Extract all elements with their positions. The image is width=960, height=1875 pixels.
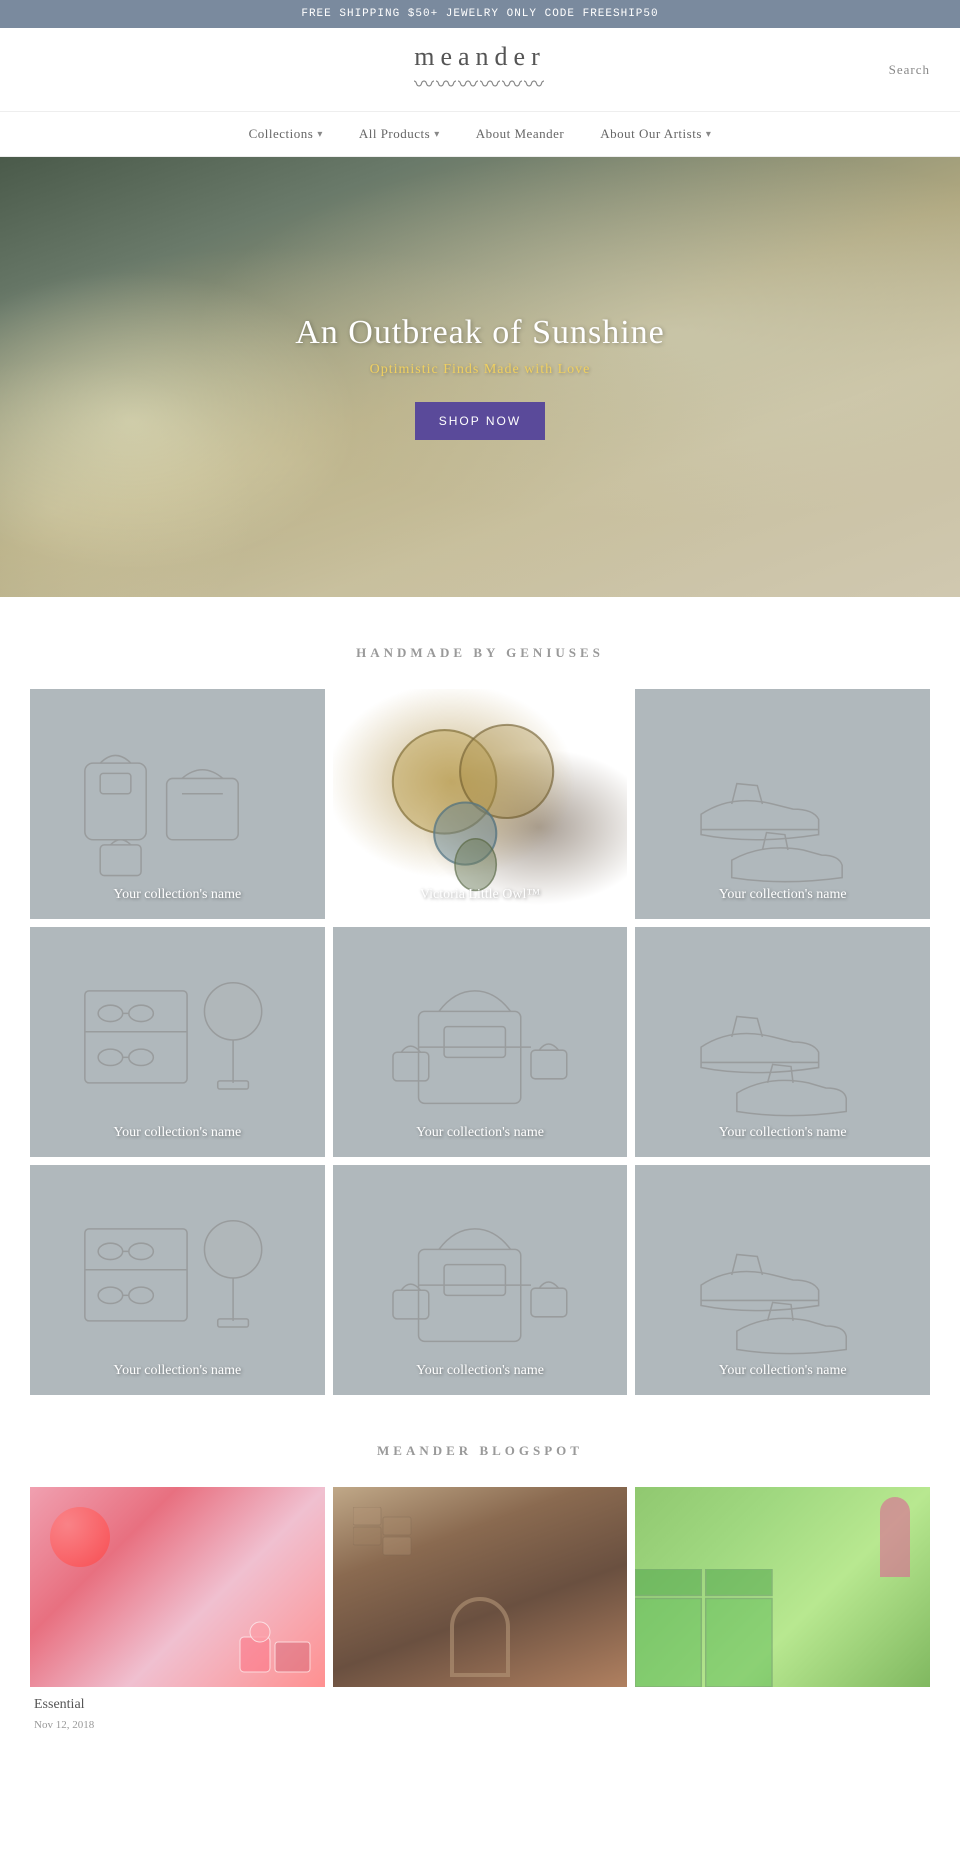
- hero-subtitle-pre: Optimistic Finds: [370, 362, 484, 377]
- chevron-down-icon: ▾: [317, 129, 323, 140]
- collection-item-6[interactable]: Your collection's name: [635, 927, 930, 1157]
- blog-label-2: [333, 1687, 628, 1701]
- nav-about-artists-label: About Our Artists: [600, 126, 702, 142]
- bags-sketch-icon: [59, 712, 295, 896]
- blog-image-pink: [30, 1487, 325, 1687]
- shop-now-button[interactable]: SHOP NOW: [415, 402, 545, 440]
- collections-grid-row3: Your collection's name Your collection's…: [0, 1165, 960, 1395]
- collection-item-5[interactable]: Your collection's name: [333, 927, 628, 1157]
- blog-image-kitchen: [635, 1487, 930, 1687]
- search-button[interactable]: Search: [889, 62, 930, 78]
- nav-collections-label: Collections: [249, 126, 314, 142]
- collection-label-2: Victoria Little Owl™: [333, 871, 628, 919]
- chevron-down-icon: ▾: [706, 129, 712, 140]
- chevron-down-icon: ▾: [434, 129, 440, 140]
- collection-label-8: Your collection's name: [333, 1347, 628, 1395]
- collections-grid-row1: Your collection's name Victoria Little O…: [0, 689, 960, 919]
- blog-image-stone: [333, 1487, 628, 1687]
- blog-item-3[interactable]: [635, 1487, 930, 1733]
- collection-item-9[interactable]: Your collection's name: [635, 1165, 930, 1395]
- nav-all-products-label: All Products: [359, 126, 430, 142]
- collection-item-2[interactable]: Victoria Little Owl™: [333, 689, 628, 919]
- collection-label-6: Your collection's name: [635, 1109, 930, 1157]
- hero-content: An Outbreak of Sunshine Optimistic Finds…: [295, 314, 665, 440]
- blog-label-3: [635, 1687, 930, 1701]
- top-banner: FREE SHIPPING $50+ JEWELRY ONLY CODE FRE…: [0, 0, 960, 28]
- collection-label-7: Your collection's name: [30, 1347, 325, 1395]
- hero-banner: An Outbreak of Sunshine Optimistic Finds…: [0, 157, 960, 597]
- logo-branch: 〰〰〰〰〰〰: [414, 68, 546, 97]
- blog-label-1: Essential: [30, 1687, 325, 1717]
- collection-label-5: Your collection's name: [333, 1109, 628, 1157]
- collection-item-3[interactable]: Your collection's name: [635, 689, 930, 919]
- collection-item-1[interactable]: Your collection's name: [30, 689, 325, 919]
- collections-grid-row2: Your collection's name Your collection's…: [0, 927, 960, 1157]
- kitchen-figure-icon: [880, 1497, 910, 1577]
- blog-image-3: [635, 1487, 930, 1687]
- nav-collections[interactable]: Collections ▾: [249, 126, 323, 142]
- nav-about-meander[interactable]: About Meander: [476, 126, 564, 142]
- accessories2-sketch-icon: [59, 1188, 295, 1372]
- nav-about-meander-label: About Meander: [476, 126, 564, 142]
- collection-item-4[interactable]: Your collection's name: [30, 927, 325, 1157]
- stone-texture-icon: [353, 1507, 413, 1567]
- hero-title: An Outbreak of Sunshine: [295, 314, 665, 352]
- collection-item-7[interactable]: Your collection's name: [30, 1165, 325, 1395]
- shoes-sketch-icon: [665, 712, 901, 896]
- blog-date-1: Nov 12, 2018: [30, 1717, 325, 1733]
- blog-grid: Essential Nov 12, 2018: [0, 1487, 960, 1733]
- craft-decoration: [50, 1507, 110, 1567]
- collection-label-9: Your collection's name: [635, 1347, 930, 1395]
- collection-label-4: Your collection's name: [30, 1109, 325, 1157]
- collection-label-3: Your collection's name: [635, 871, 930, 919]
- blog-item-1[interactable]: Essential Nov 12, 2018: [30, 1487, 325, 1733]
- shoes3-sketch-icon: [665, 1188, 901, 1372]
- nav-all-products[interactable]: All Products ▾: [359, 126, 440, 142]
- stone-arch-icon: [450, 1597, 510, 1677]
- blog-image-2: [333, 1487, 628, 1687]
- bags3-sketch-icon: [362, 1188, 598, 1372]
- collection-item-8[interactable]: Your collection's name: [333, 1165, 628, 1395]
- nav-about-artists[interactable]: About Our Artists ▾: [600, 126, 711, 142]
- blog-section-title: MEANDER BLOGSPOT: [0, 1443, 960, 1459]
- accessories-sketch-icon: [59, 950, 295, 1134]
- logo-text: meander: [414, 42, 546, 71]
- kitchen-cabinets-icon: [635, 1569, 841, 1687]
- blog-date-3: [635, 1701, 930, 1705]
- hero-subtitle: Optimistic Finds Made with Love: [295, 362, 665, 378]
- header: meander 〰〰〰〰〰〰 Search: [0, 28, 960, 112]
- bags2-sketch-icon: [362, 950, 598, 1134]
- hero-subtitle-highlight: M: [484, 362, 497, 377]
- banner-text: FREE SHIPPING $50+ JEWELRY ONLY CODE FRE…: [301, 8, 658, 20]
- main-nav: Collections ▾ All Products ▾ About Meand…: [0, 112, 960, 157]
- collection-label-1: Your collection's name: [30, 871, 325, 919]
- blog-image-1: [30, 1487, 325, 1687]
- logo[interactable]: meander 〰〰〰〰〰〰: [414, 42, 546, 97]
- blog-item-2[interactable]: [333, 1487, 628, 1733]
- blog-date-2: [333, 1701, 628, 1705]
- shoes2-sketch-icon: [665, 950, 901, 1134]
- hero-subtitle-post: ade with Love: [497, 362, 590, 377]
- collections-section-title: HANDMADE BY GENIUSES: [0, 645, 960, 661]
- craft-items-icon: [235, 1617, 315, 1677]
